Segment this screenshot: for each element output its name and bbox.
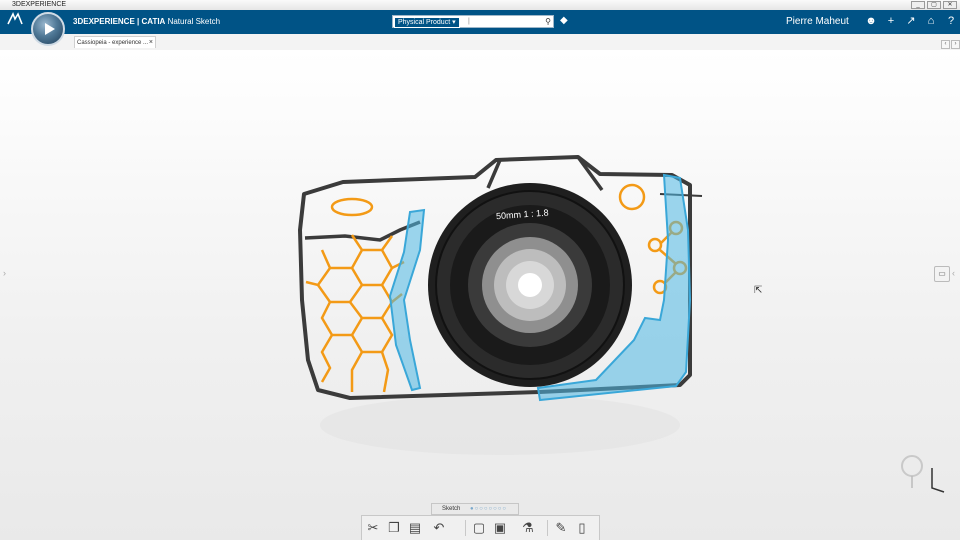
compass-button[interactable] <box>31 12 65 46</box>
mouse-cursor-icon: ⇱ <box>754 285 763 296</box>
sketch-toolbar-tab[interactable]: Sketch ●○○○○○○○ <box>431 503 519 515</box>
trash-icon[interactable]: ▯ <box>573 519 591 537</box>
action-toolbar: ✂ ❐ ▤ ↶ ▢ ▣ ⚗ ✎ ▯ <box>361 515 600 540</box>
fill-color-icon[interactable]: ▣ <box>491 519 509 537</box>
paste-icon[interactable]: ▤ <box>406 519 424 537</box>
left-blue-grip <box>388 208 426 392</box>
pen-icon[interactable]: ✎ <box>552 519 570 537</box>
play-icon <box>45 23 55 35</box>
new-plane-icon[interactable]: ▢ <box>470 519 488 537</box>
camera-sketch: 50mm 1 : 1.8 <box>298 155 945 493</box>
sketch-page-dots[interactable]: ●○○○○○○○ <box>470 504 507 515</box>
grip-line <box>304 220 421 242</box>
toolbar-separator <box>547 520 548 536</box>
toolbar-separator <box>465 520 466 536</box>
copy-icon[interactable]: ❐ <box>385 519 403 537</box>
floor-shadow <box>320 395 680 455</box>
undo-icon[interactable]: ↶ <box>430 519 448 537</box>
axis-triad[interactable] <box>901 455 945 493</box>
sketch-label: Sketch <box>442 506 461 512</box>
paint-icon[interactable]: ⚗ <box>519 519 537 537</box>
cut-icon[interactable]: ✂ <box>364 519 382 537</box>
